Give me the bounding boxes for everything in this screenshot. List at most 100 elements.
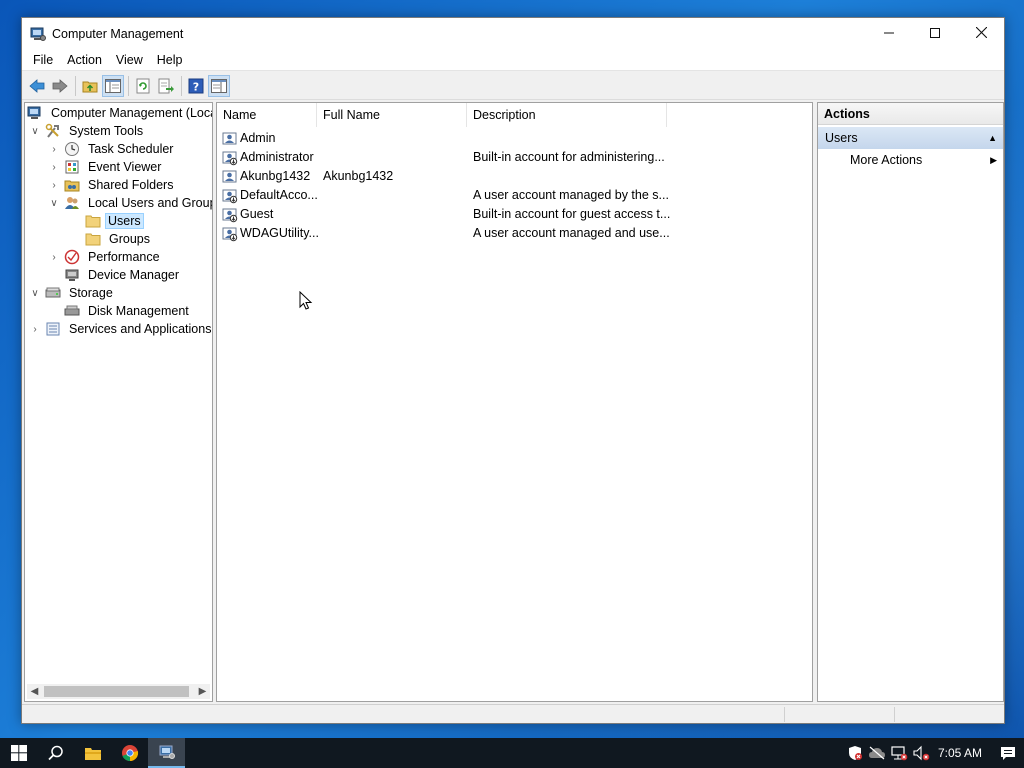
tree-item-system-tools[interactable]: ∨ System Tools — [29, 122, 147, 140]
table-row[interactable]: Administrator Built-in account for admin… — [217, 148, 812, 167]
collapsed-chevron-icon[interactable]: › — [48, 143, 60, 155]
minimize-icon — [884, 32, 894, 33]
menu-action[interactable]: Action — [60, 53, 109, 67]
users-groups-icon — [65, 197, 79, 209]
performance-icon — [64, 249, 80, 265]
collapsed-chevron-icon[interactable]: › — [29, 323, 41, 335]
chrome-button[interactable] — [111, 738, 148, 768]
show-hide-console-tree-button[interactable] — [102, 74, 124, 97]
action-center-button[interactable] — [992, 738, 1024, 768]
menu-help[interactable]: Help — [150, 53, 190, 67]
tree-item-performance[interactable]: › Performance — [48, 248, 164, 266]
file-explorer-icon — [84, 748, 101, 760]
file-explorer-button[interactable] — [74, 738, 111, 768]
network-button[interactable] — [888, 738, 910, 768]
tree-item-groups[interactable]: Groups — [81, 230, 154, 248]
minimize-button[interactable] — [866, 18, 912, 47]
computer-management-taskbar-button[interactable] — [148, 738, 185, 768]
maximize-button[interactable] — [912, 18, 958, 47]
close-button[interactable] — [958, 18, 1004, 47]
tree-label: Shared Folders — [88, 178, 174, 192]
list-header: Name Full Name Description — [217, 103, 812, 127]
table-row[interactable]: Akunbg1432 Akunbg1432 — [217, 167, 812, 186]
column-header-description[interactable]: Description — [467, 103, 667, 127]
tree-label: Disk Management — [88, 304, 189, 318]
cell-name: Guest — [240, 207, 274, 221]
action-pane-icon — [211, 78, 227, 93]
show-hide-action-pane-button[interactable] — [208, 74, 230, 97]
column-header-name[interactable]: Name — [217, 103, 317, 127]
mouse-cursor-icon — [299, 291, 313, 310]
table-row[interactable]: DefaultAcco... A user account managed by… — [217, 186, 812, 205]
status-separator — [894, 707, 895, 722]
tree-item-shared-folders[interactable]: › Shared Folders — [48, 176, 177, 194]
tree-item-storage[interactable]: ∨ Storage — [29, 284, 117, 302]
expanded-chevron-icon[interactable]: ∨ — [29, 287, 41, 299]
tree-item-root[interactable]: Computer Management (Local — [27, 104, 212, 122]
collapsed-chevron-icon[interactable]: › — [48, 179, 60, 191]
more-actions-item[interactable]: More Actions ▶ — [818, 149, 1003, 171]
onedrive-button[interactable] — [866, 738, 888, 768]
table-row[interactable]: WDAGUtility... A user account managed an… — [217, 224, 812, 243]
tree-item-task-scheduler[interactable]: › Task Scheduler — [48, 140, 177, 158]
menu-file[interactable]: File — [26, 53, 60, 67]
console-tree-icon — [105, 78, 121, 93]
cell-name: Administrator — [240, 150, 314, 164]
column-header-full-name[interactable]: Full Name — [317, 103, 467, 127]
forward-button[interactable] — [49, 75, 71, 97]
tree-label: Event Viewer — [88, 160, 162, 174]
expanded-chevron-icon[interactable]: ∨ — [29, 125, 41, 137]
notification-icon — [1001, 747, 1015, 760]
submenu-arrow-icon: ▶ — [990, 155, 997, 165]
defender-warning-button[interactable] — [844, 738, 866, 768]
scrollbar-thumb[interactable] — [44, 686, 189, 697]
expanded-chevron-icon[interactable]: ∨ — [48, 197, 60, 209]
scroll-right-icon[interactable]: ▶ — [195, 684, 210, 699]
back-button[interactable] — [26, 75, 48, 97]
actions-section-users[interactable]: Users ▲ — [818, 127, 1003, 149]
network-disconnected-icon — [891, 746, 908, 761]
cell-description: A user account managed and use... — [473, 226, 670, 240]
tree-item-device-manager[interactable]: Device Manager — [60, 266, 183, 284]
disabled-user-icon — [222, 151, 238, 166]
cell-name: WDAGUtility... — [240, 226, 319, 240]
tree-item-disk-management[interactable]: Disk Management — [60, 302, 193, 320]
cell-full-name — [323, 186, 463, 205]
table-row[interactable]: Admin — [217, 129, 812, 148]
export-list-button[interactable] — [155, 75, 177, 97]
start-button[interactable] — [0, 738, 37, 768]
collapsed-chevron-icon[interactable]: › — [48, 161, 60, 173]
refresh-button[interactable] — [132, 75, 154, 97]
search-button[interactable] — [37, 738, 74, 768]
disabled-user-icon — [222, 189, 238, 204]
computer-management-icon — [30, 27, 46, 41]
taskbar-clock[interactable]: 7:05 AM — [932, 746, 992, 760]
forward-arrow-icon — [52, 78, 68, 93]
tree-item-services-apps[interactable]: › Services and Applications — [29, 320, 212, 338]
tree-label: Storage — [69, 286, 113, 300]
title-bar[interactable]: Computer Management — [22, 18, 1004, 49]
table-row[interactable]: Guest Built-in account for guest access … — [217, 205, 812, 224]
collapsed-chevron-icon[interactable]: › — [48, 251, 60, 263]
scroll-left-icon[interactable]: ◀ — [27, 684, 42, 699]
collapse-up-icon[interactable]: ▲ — [988, 127, 997, 149]
tree-item-users[interactable]: Users — [81, 212, 144, 230]
cell-full-name: Akunbg1432 — [323, 169, 394, 183]
up-one-level-button[interactable] — [79, 75, 101, 97]
help-button[interactable]: ? — [185, 75, 207, 97]
clock-icon — [65, 142, 79, 156]
volume-button[interactable] — [910, 738, 932, 768]
tree-horizontal-scrollbar[interactable]: ◀ ▶ — [27, 684, 210, 699]
tree-item-event-viewer[interactable]: › Event Viewer — [48, 158, 165, 176]
windows-logo-icon — [10, 745, 27, 761]
export-list-icon — [158, 78, 174, 93]
tree-label: System Tools — [69, 124, 144, 138]
cell-description — [473, 167, 673, 186]
menu-view[interactable]: View — [109, 53, 150, 67]
tree-item-local-users-groups[interactable]: ∨ Local Users and Groups — [48, 194, 212, 212]
computer-management-icon — [159, 745, 175, 759]
status-bar — [22, 704, 1004, 723]
cell-name: DefaultAcco... — [240, 188, 318, 202]
toolbar-separator — [75, 75, 76, 96]
event-viewer-icon — [65, 160, 79, 174]
